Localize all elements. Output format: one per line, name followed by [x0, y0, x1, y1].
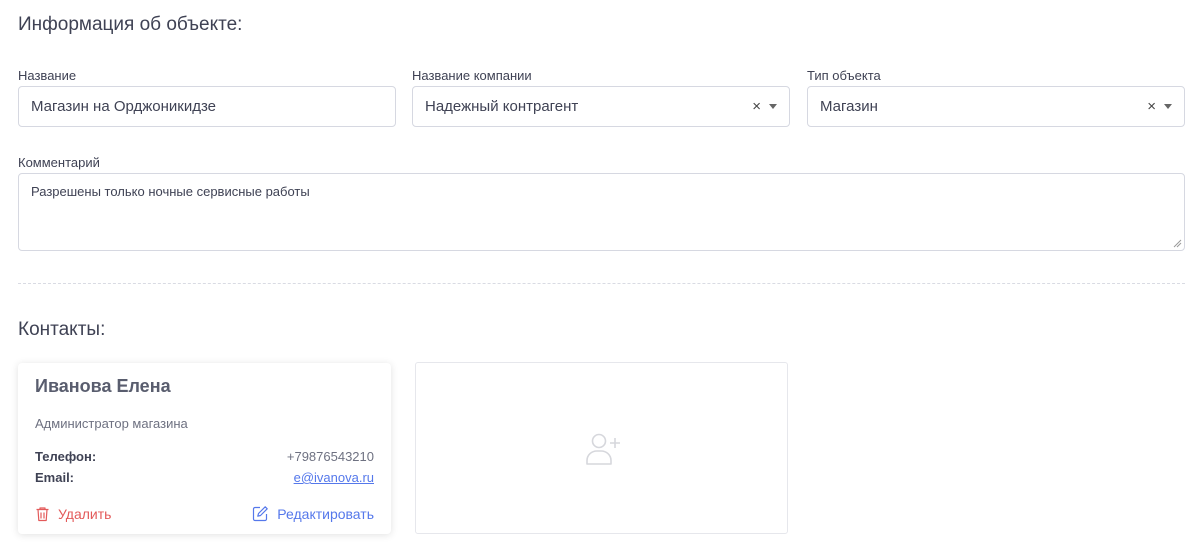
delete-contact-label: Удалить	[58, 505, 112, 522]
company-chevron-down-icon[interactable]	[769, 104, 777, 109]
edit-contact-label: Редактировать	[277, 505, 374, 522]
comment-textarea-value: Разрешены только ночные сервисные работы	[31, 184, 310, 199]
contact-role: Администратор магазина	[35, 416, 188, 431]
email-link[interactable]: e@ivanova.ru	[294, 470, 374, 485]
user-plus-icon	[585, 433, 620, 465]
comment-label: Комментарий	[18, 155, 100, 170]
contact-email-row: Email: e@ivanova.ru	[35, 470, 374, 485]
company-label: Название компании	[412, 68, 532, 83]
object-type-clear-icon[interactable]: ×	[1147, 99, 1156, 114]
object-type-select-value: Магазин	[820, 98, 878, 115]
email-label: Email:	[35, 470, 75, 485]
company-clear-icon[interactable]: ×	[752, 99, 761, 114]
name-input[interactable]: Магазин на Орджоникидзе	[18, 86, 396, 127]
edit-icon	[253, 506, 269, 522]
delete-contact-button[interactable]: Удалить	[35, 505, 111, 522]
section-title-object-info: Информация об объекте:	[18, 14, 243, 35]
object-type-select[interactable]: Магазин ×	[807, 86, 1185, 127]
company-select[interactable]: Надежный контрагент ×	[412, 86, 790, 127]
phone-value: +79876543210	[286, 449, 374, 464]
phone-label: Телефон:	[35, 449, 97, 464]
comment-textarea[interactable]: Разрешены только ночные сервисные работы	[18, 173, 1185, 251]
add-contact-card[interactable]	[415, 362, 788, 534]
edit-contact-button[interactable]: Редактировать	[252, 505, 374, 522]
contact-card: Иванова Елена Администратор магазина Тел…	[18, 363, 391, 534]
contact-phone-row: Телефон: +79876543210	[35, 449, 374, 464]
resize-handle-icon[interactable]	[1173, 239, 1182, 248]
contact-actions: Удалить Редактировать	[35, 505, 374, 522]
section-divider	[18, 283, 1185, 284]
name-label: Название	[18, 68, 77, 83]
contact-name: Иванова Елена	[35, 376, 171, 396]
company-select-value: Надежный контрагент	[425, 98, 579, 115]
trash-icon	[36, 506, 49, 521]
object-type-chevron-down-icon[interactable]	[1164, 104, 1172, 109]
object-type-label: Тип объекта	[807, 68, 881, 83]
section-title-contacts: Контакты:	[18, 319, 106, 340]
name-input-value: Магазин на Орджоникидзе	[31, 98, 217, 115]
